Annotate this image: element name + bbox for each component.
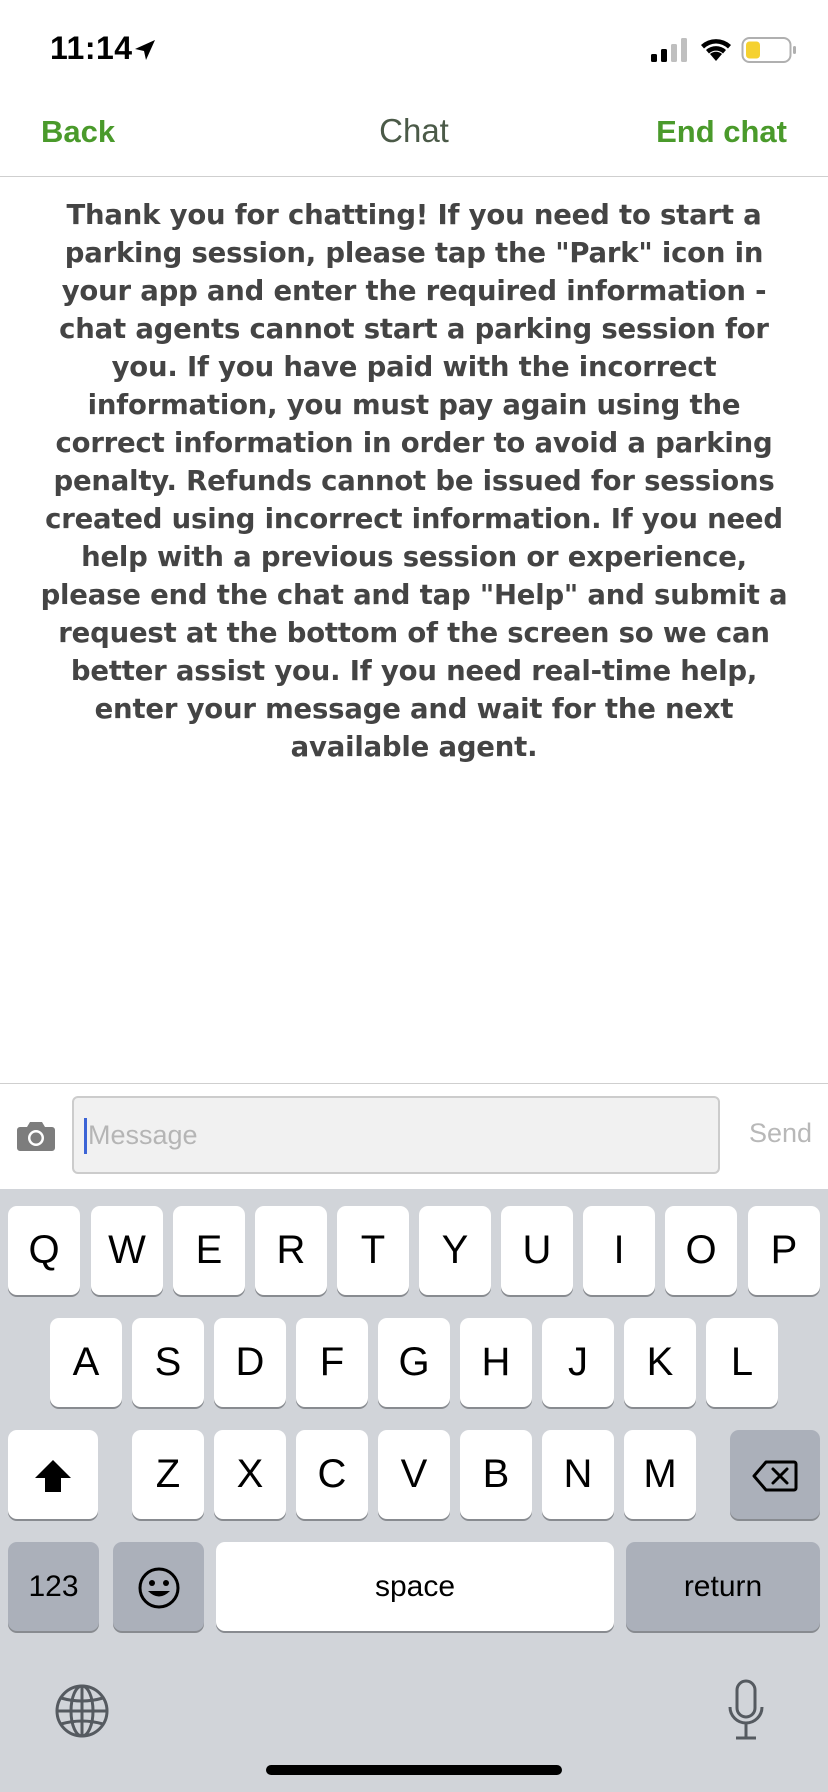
end-chat-button[interactable]: End chat [656,114,787,150]
cellular-signal-icon [651,38,687,62]
status-time: 11:14 [50,30,133,66]
home-indicator [266,1765,562,1775]
key-v[interactable]: V [378,1430,450,1519]
key-p[interactable]: P [748,1206,820,1295]
chat-welcome-message: Thank you for chatting! If you need to s… [40,199,788,763]
status-bar: 11:14 [0,0,828,100]
backspace-icon [752,1460,798,1492]
location-arrow-icon [135,40,155,60]
wifi-icon [701,39,731,61]
key-s[interactable]: S [132,1318,204,1407]
key-k[interactable]: K [624,1318,696,1407]
key-o[interactable]: O [665,1206,737,1295]
send-button[interactable]: Send [749,1118,812,1149]
message-input[interactable] [72,1096,720,1174]
key-d[interactable]: D [214,1318,286,1407]
key-j[interactable]: J [542,1318,614,1407]
emoji-icon [138,1567,179,1609]
key-t[interactable]: T [337,1206,409,1295]
text-cursor [84,1118,87,1154]
battery-icon [741,37,796,63]
key-m[interactable]: M [624,1430,696,1519]
return-key[interactable]: return [626,1542,820,1631]
key-w[interactable]: W [91,1206,163,1295]
key-g[interactable]: G [378,1318,450,1407]
key-n[interactable]: N [542,1430,614,1519]
key-e[interactable]: E [173,1206,245,1295]
key-h[interactable]: H [460,1318,532,1407]
key-q[interactable]: Q [8,1206,80,1295]
key-b[interactable]: B [460,1430,532,1519]
space-key[interactable]: space [216,1542,614,1631]
nav-bar: Back Chat End chat [0,100,828,177]
shift-icon [35,1460,71,1493]
key-y[interactable]: Y [419,1206,491,1295]
key-x[interactable]: X [214,1430,286,1519]
keyboard: Q W E R T Y U I O P A S D F G H J K L Z … [0,1189,828,1792]
key-c[interactable]: C [296,1430,368,1519]
backspace-key[interactable] [730,1430,820,1519]
key-l[interactable]: L [706,1318,778,1407]
key-a[interactable]: A [50,1318,122,1407]
shift-key[interactable] [8,1430,98,1519]
camera-icon[interactable] [16,1120,56,1152]
numbers-key[interactable]: 123 [8,1542,99,1631]
globe-icon[interactable] [54,1683,110,1739]
microphone-icon[interactable] [726,1679,766,1741]
key-i[interactable]: I [583,1206,655,1295]
key-r[interactable]: R [255,1206,327,1295]
message-composer: Send [0,1083,828,1190]
emoji-key[interactable] [113,1542,204,1631]
key-z[interactable]: Z [132,1430,204,1519]
key-u[interactable]: U [501,1206,573,1295]
key-f[interactable]: F [296,1318,368,1407]
